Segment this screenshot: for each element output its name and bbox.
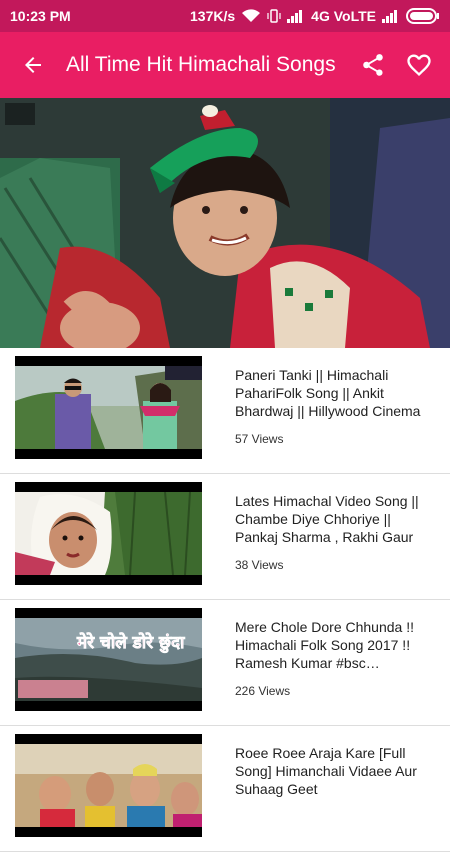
view-count: 57 Views	[235, 432, 284, 446]
list-item[interactable]: मेरे चोले डोरे छुंदा Mere Chole Dore Chh…	[0, 600, 450, 726]
video-player[interactable]	[0, 98, 450, 348]
video-title: Mere Chole Dore Chhunda !! Himachali Fol…	[235, 619, 414, 671]
video-title: Paneri Tanki || Himachali PahariFolk Son…	[235, 367, 421, 419]
thumb-caption: मेरे चोले डोरे छुंदा	[76, 632, 185, 653]
battery-icon	[406, 8, 440, 24]
share-icon	[363, 54, 383, 76]
status-bar: 10:23 PM 137K/s 4G VoLTE	[0, 0, 450, 32]
status-time: 10:23 PM	[10, 8, 71, 24]
view-count: 38 Views	[235, 558, 284, 572]
app-bar: All Time Hit Himachali Songs	[0, 32, 450, 98]
wifi-icon	[241, 9, 261, 23]
video-thumbnail	[15, 356, 202, 459]
video-thumbnail	[15, 482, 202, 585]
share-button[interactable]	[350, 32, 396, 98]
video-title: Lates Himachal Video Song || Chambe Diye…	[235, 493, 419, 545]
list-item[interactable]: Lates Himachal Video Song || Chambe Diye…	[0, 474, 450, 600]
video-thumbnail: मेरे चोले डोरे छुंदा	[15, 608, 202, 711]
list-item[interactable]: Roee Roee Araja Kare [Full Song] Himanch…	[0, 726, 450, 852]
favorite-button[interactable]	[396, 32, 442, 98]
vibrate-icon	[267, 9, 281, 23]
signal-icon-2	[382, 9, 400, 23]
page-title: All Time Hit Himachali Songs	[66, 53, 336, 76]
back-button[interactable]	[0, 32, 66, 98]
video-title: Roee Roee Araja Kare [Full Song] Himanch…	[235, 745, 417, 797]
network-speed: 137K/s	[190, 8, 236, 24]
video-list: Paneri Tanki || Himachali PahariFolk Son…	[0, 348, 450, 852]
heart-outline-icon	[407, 54, 431, 76]
list-item[interactable]: Paneri Tanki || Himachali PahariFolk Son…	[0, 348, 450, 474]
arrow-back-icon	[25, 57, 41, 73]
signal-icon	[287, 9, 305, 23]
video-frame-image	[0, 98, 450, 348]
network-type: 4G VoLTE	[311, 8, 376, 24]
view-count: 226 Views	[235, 684, 291, 698]
video-thumbnail	[15, 734, 202, 837]
